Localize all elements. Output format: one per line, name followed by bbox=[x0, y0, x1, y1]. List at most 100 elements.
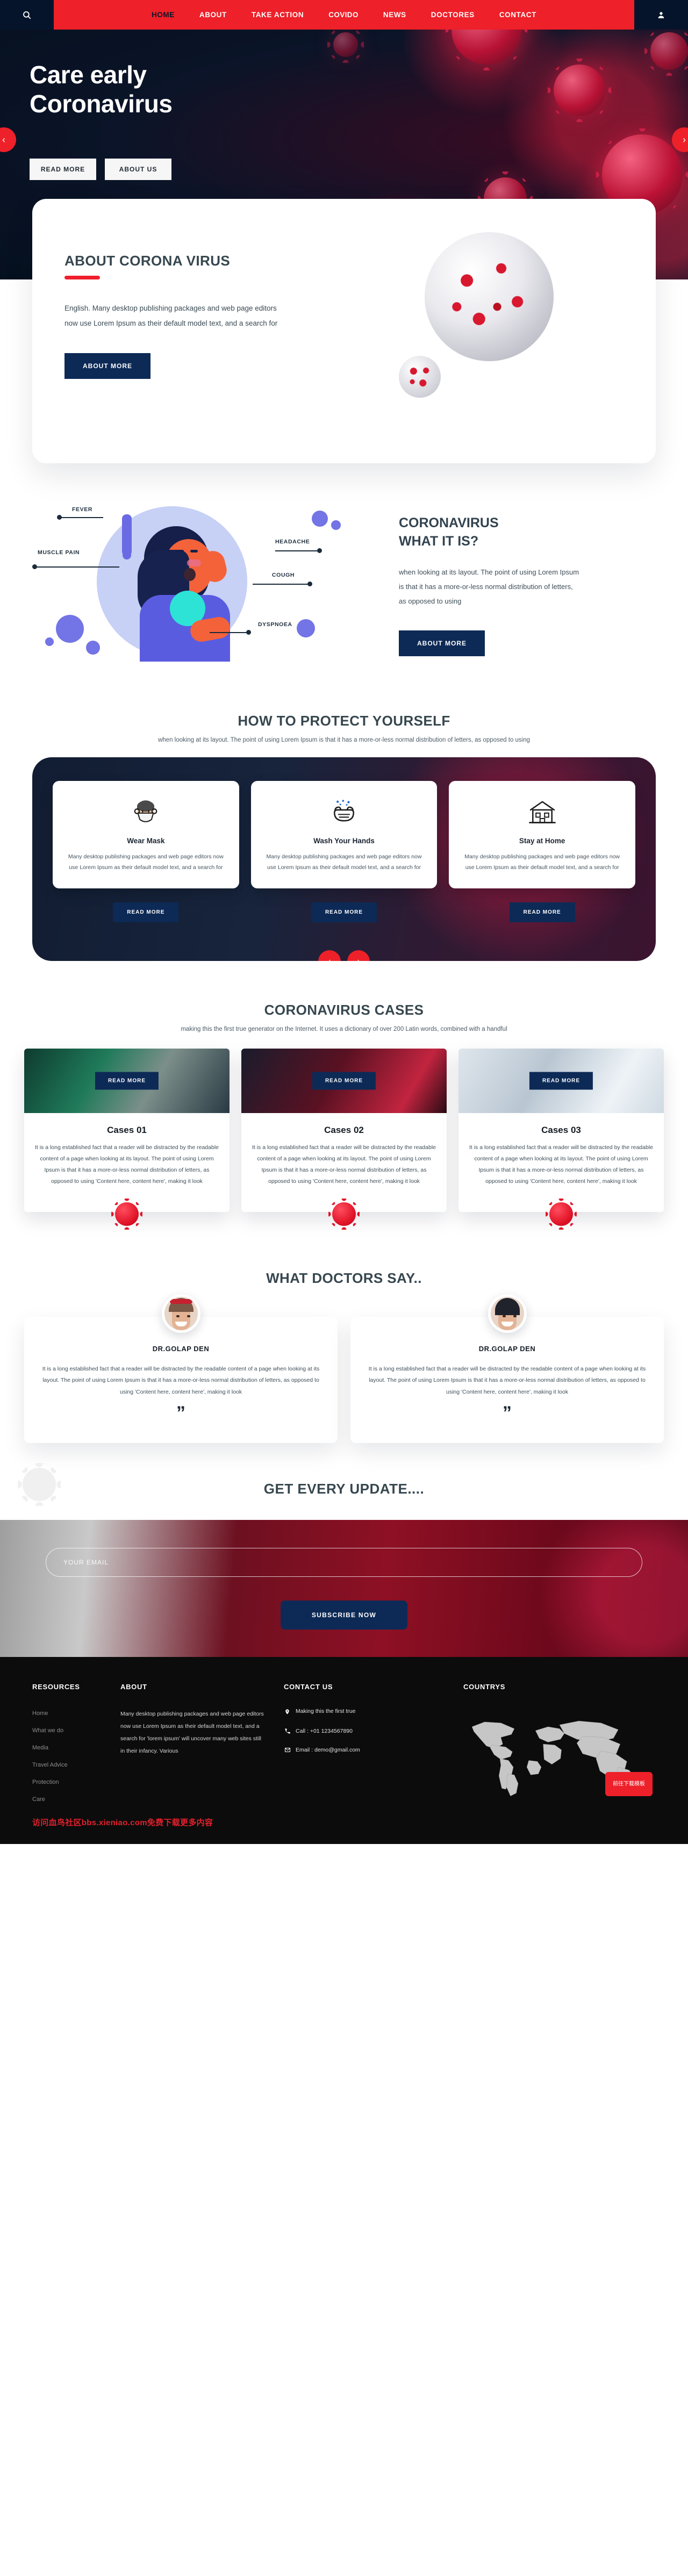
protect-card[interactable]: Wash Your Hands Many desktop publishing … bbox=[250, 781, 438, 888]
protect-panel: Wear Mask Many desktop publishing packag… bbox=[32, 757, 656, 961]
case-read-more-button[interactable]: READ MORE bbox=[312, 1072, 376, 1090]
red-underline-divider bbox=[64, 276, 100, 279]
what-it-is-title: CORONAVIRUS WHAT IT IS? bbox=[399, 514, 656, 551]
doctors-section: WHAT DOCTORS SAY.. DR.GOLAP DEN It is a … bbox=[0, 1269, 688, 1444]
about-text-block: ABOUT CORONA VIRUS English. Many desktop… bbox=[64, 232, 376, 379]
case-title: Cases 03 bbox=[541, 1124, 581, 1135]
nav-item-about[interactable]: ABOUT bbox=[199, 11, 227, 19]
doctor-testimonial-card[interactable]: DR.GOLAP DEN It is a long established fa… bbox=[350, 1294, 664, 1444]
footer-link-media[interactable]: Media bbox=[32, 1745, 48, 1751]
footer-link-travel-advice[interactable]: Travel Advice bbox=[32, 1762, 68, 1768]
footer-email-text: Email : demo@gmail.com bbox=[296, 1747, 360, 1754]
protect-card[interactable]: Stay at Home Many desktop publishing pac… bbox=[449, 781, 636, 888]
sick-person-illustration bbox=[134, 526, 236, 662]
eye-right bbox=[190, 550, 198, 552]
footer-resources-list: Home What we do Media Travel Advice Prot… bbox=[32, 1708, 102, 1804]
mail-icon bbox=[284, 1747, 291, 1755]
world-map-icon: 前往下载模板 bbox=[463, 1708, 656, 1799]
list-item[interactable]: Home bbox=[32, 1708, 102, 1718]
about-title: ABOUT CORONA VIRUS bbox=[64, 253, 231, 269]
footer-address-text: Making this the first true bbox=[296, 1708, 356, 1715]
protect-button-slot: READ MORE bbox=[53, 902, 239, 922]
virus-badge-icon bbox=[111, 1198, 142, 1230]
footer-contact-column: CONTACT US Making this the first true Ca… bbox=[284, 1683, 445, 1811]
subscribe-now-button[interactable]: SUBSCRIBE NOW bbox=[280, 1600, 408, 1630]
about-card: ABOUT CORONA VIRUS English. Many desktop… bbox=[32, 199, 656, 463]
list-item[interactable]: Media bbox=[32, 1742, 102, 1752]
nav-item-contact[interactable]: CONTACT bbox=[499, 11, 536, 19]
doctor-name: DR.GOLAP DEN bbox=[152, 1344, 210, 1353]
label-muscle-pain: MUSCLE PAIN bbox=[38, 549, 80, 556]
newsletter-banner: SUBSCRIBE NOW bbox=[0, 1520, 688, 1657]
phone-icon-svg bbox=[285, 1728, 290, 1734]
case-card[interactable]: READ MORE Cases 03 It is a long establis… bbox=[458, 1048, 664, 1230]
nav-item-doctores[interactable]: DOCTORES bbox=[431, 11, 475, 19]
protect-card-buttons: READ MORE READ MORE READ MORE bbox=[53, 902, 635, 922]
doctor-testimonial-card[interactable]: DR.GOLAP DEN It is a long established fa… bbox=[24, 1294, 338, 1444]
avatar bbox=[161, 1294, 200, 1333]
footer-about-text: Many desktop publishing packages and web… bbox=[120, 1711, 264, 1755]
case-card[interactable]: READ MORE Cases 02 It is a long establis… bbox=[241, 1048, 447, 1230]
virus-dot-icon bbox=[56, 615, 84, 643]
footer-link-protection[interactable]: Protection bbox=[32, 1779, 59, 1785]
protect-prev-button[interactable]: ‹ bbox=[318, 950, 341, 961]
protect-card-text: Many desktop publishing packages and web… bbox=[464, 853, 620, 871]
hero-title-line1: Care early bbox=[30, 61, 147, 89]
protect-card-text: Many desktop publishing packages and web… bbox=[68, 853, 224, 871]
label-line bbox=[61, 517, 103, 518]
email-input[interactable] bbox=[46, 1547, 642, 1577]
face-mask-icon-svg bbox=[134, 800, 157, 822]
avatar-eye-left bbox=[176, 1315, 180, 1317]
nav-item-take-action[interactable]: TAKE ACTION bbox=[252, 11, 304, 19]
footer-about-column: ABOUT Many desktop publishing packages a… bbox=[120, 1683, 266, 1811]
case-card[interactable]: READ MORE Cases 01 It is a long establis… bbox=[24, 1048, 230, 1230]
doctor-quote-text: It is a long established fact that a rea… bbox=[368, 1365, 646, 1395]
label-line bbox=[210, 632, 247, 633]
footer-link-what-we-do[interactable]: What we do bbox=[32, 1727, 63, 1734]
protect-read-more-button[interactable]: READ MORE bbox=[311, 902, 377, 922]
nav-item-covido[interactable]: COVIDO bbox=[328, 11, 359, 19]
what-it-is-about-more-button[interactable]: ABOUT MORE bbox=[399, 630, 485, 656]
protect-next-button[interactable]: › bbox=[347, 950, 370, 961]
list-item[interactable]: Protection bbox=[32, 1777, 102, 1786]
case-read-more-button[interactable]: READ MORE bbox=[95, 1072, 159, 1090]
list-item[interactable]: Care bbox=[32, 1794, 102, 1804]
virus-dot-icon bbox=[45, 637, 54, 646]
nav-item-news[interactable]: NEWS bbox=[383, 11, 406, 19]
washing-hands-icon-svg bbox=[334, 800, 354, 822]
protect-read-more-button[interactable]: READ MORE bbox=[113, 902, 179, 922]
case-read-more-button[interactable]: READ MORE bbox=[529, 1072, 593, 1090]
main-nav: HOME ABOUT TAKE ACTION COVIDO NEWS DOCTO… bbox=[54, 0, 634, 30]
footer-link-care[interactable]: Care bbox=[32, 1796, 45, 1803]
search-button[interactable] bbox=[0, 0, 54, 30]
nav-item-home[interactable]: HOME bbox=[152, 11, 175, 19]
eye-left bbox=[176, 550, 184, 552]
list-item[interactable]: Travel Advice bbox=[32, 1760, 102, 1769]
footer: RESOURCES Home What we do Media Travel A… bbox=[0, 1657, 688, 1845]
download-template-button[interactable]: 前往下载模板 bbox=[605, 1772, 653, 1797]
hero-read-more-button[interactable]: READ MORE bbox=[30, 158, 96, 180]
footer-link-home[interactable]: Home bbox=[32, 1710, 48, 1717]
doctor-quote-text: It is a long established fact that a rea… bbox=[42, 1365, 320, 1395]
avatar-eye-left bbox=[502, 1315, 506, 1317]
newsletter-title: GET EVERY UPDATE.... bbox=[263, 1481, 425, 1497]
doctors-title: WHAT DOCTORS SAY.. bbox=[266, 1269, 422, 1286]
hero-about-us-button[interactable]: ABOUT US bbox=[105, 158, 171, 180]
protect-cards: Wear Mask Many desktop publishing packag… bbox=[53, 781, 636, 888]
list-item[interactable]: What we do bbox=[32, 1725, 102, 1735]
virus-dot-icon bbox=[297, 619, 315, 637]
protect-card[interactable]: Wear Mask Many desktop publishing packag… bbox=[53, 781, 239, 888]
about-paragraph: English. Many desktop publishing package… bbox=[64, 304, 278, 328]
user-account-button[interactable] bbox=[634, 0, 688, 30]
hero-buttons: READ MORE ABOUT US bbox=[30, 158, 688, 180]
protect-read-more-button[interactable]: READ MORE bbox=[509, 902, 575, 922]
what-it-is-paragraph: when looking at its layout. The point of… bbox=[399, 568, 579, 606]
house-icon-svg bbox=[528, 801, 556, 823]
protect-button-slot: READ MORE bbox=[449, 902, 635, 922]
house-icon bbox=[461, 797, 624, 828]
about-more-button[interactable]: ABOUT MORE bbox=[64, 353, 150, 379]
virus-badge-icon bbox=[546, 1198, 577, 1230]
case-image: READ MORE bbox=[241, 1048, 447, 1113]
about-section: ABOUT CORONA VIRUS English. Many desktop… bbox=[0, 199, 688, 463]
coronavirus-landing-page: HOME ABOUT TAKE ACTION COVIDO NEWS DOCTO… bbox=[0, 0, 688, 1845]
